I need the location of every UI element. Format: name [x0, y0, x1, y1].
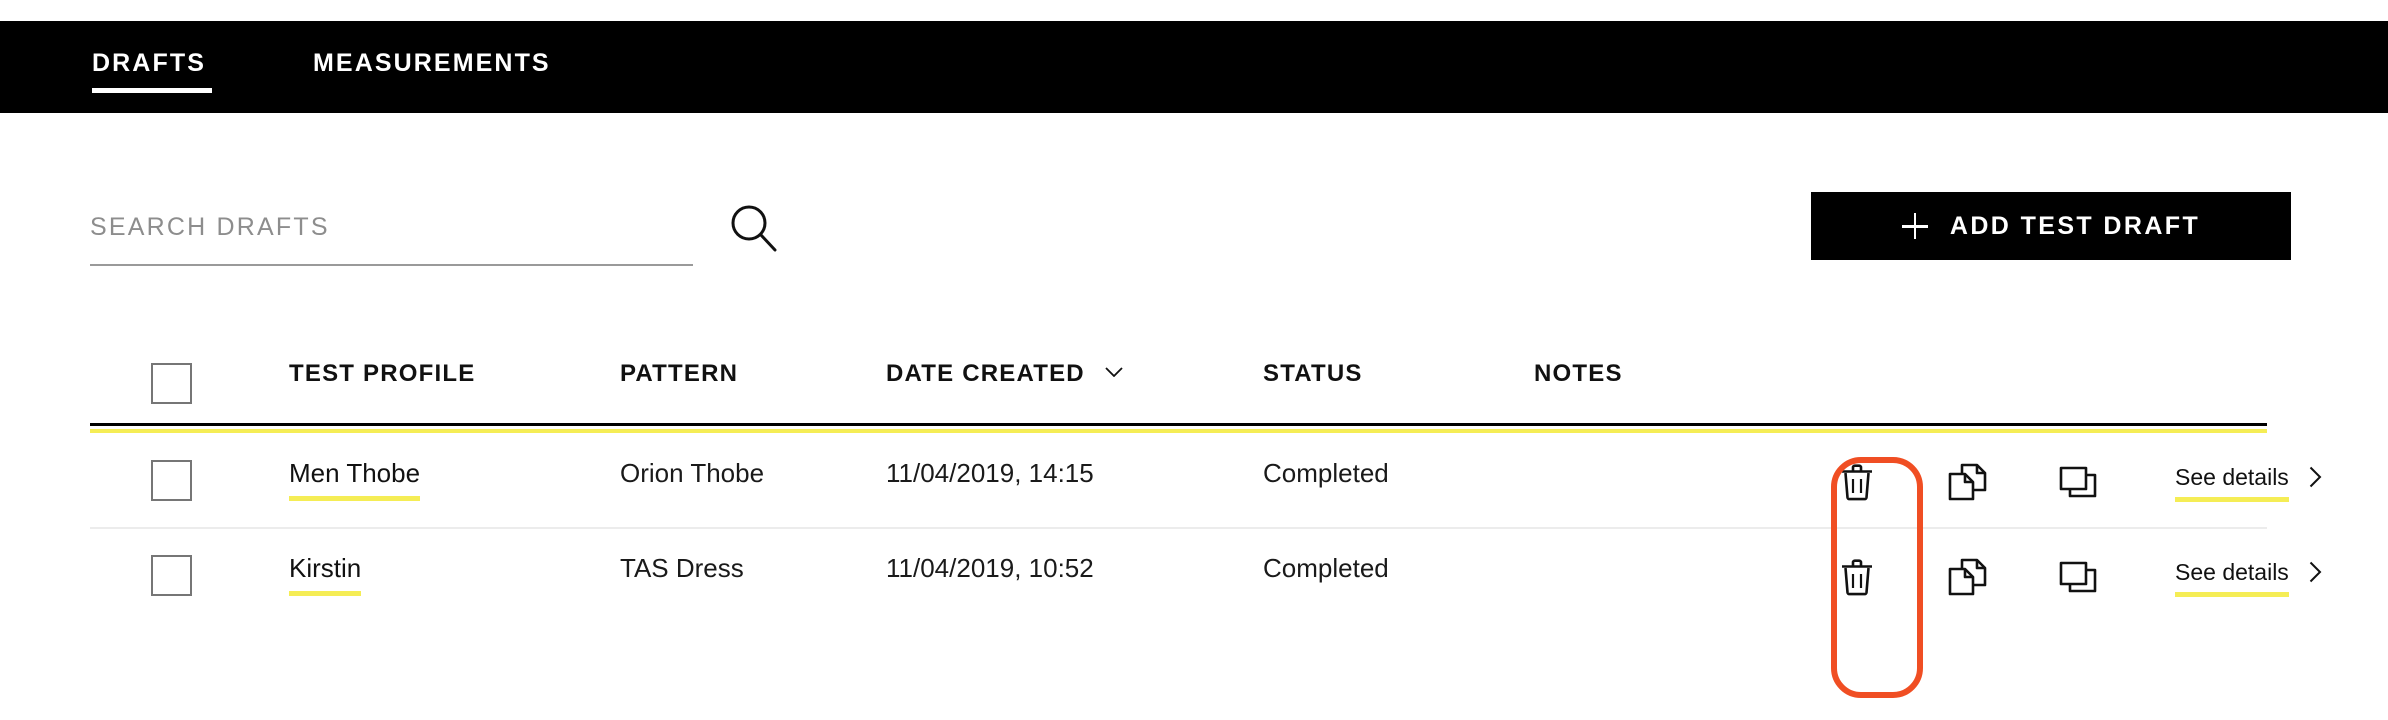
clone-windows-icon[interactable] [2056, 460, 2100, 504]
row-select-checkbox[interactable] [151, 555, 192, 596]
delete-icon[interactable] [1835, 460, 1879, 504]
test-profile-label: Kirstin [289, 553, 362, 583]
see-details-underline [2175, 592, 2289, 597]
cell-status: Completed [1263, 458, 1389, 488]
column-header-date-created[interactable]: DATE CREATED [886, 360, 1123, 388]
search-icon[interactable] [728, 202, 780, 254]
column-header-notes: NOTES [1534, 360, 1623, 387]
column-header-test-profile: TEST PROFILE [289, 360, 476, 387]
cell-test-profile: Kirstin [289, 553, 362, 597]
table-row[interactable]: Men Thobe Orion Thobe 11/04/2019, 14:15 … [90, 434, 2322, 526]
table-header-row: TEST PROFILE PATTERN DATE CREATED STATUS… [90, 340, 2267, 426]
select-all-checkbox[interactable] [151, 363, 192, 404]
see-details-text-wrap: See details [2175, 464, 2289, 502]
app-root: DRAFTS MEASUREMENTS ADD TEST DRAFT TEST … [0, 0, 2388, 720]
see-details-label: See details [2175, 559, 2289, 585]
column-header-status: STATUS [1263, 360, 1363, 387]
chevron-right-icon [2309, 561, 2322, 583]
tab-active-indicator [92, 88, 212, 93]
search-area [90, 196, 777, 268]
copy-icon[interactable] [1945, 555, 1989, 599]
see-details-underline [2175, 497, 2289, 502]
add-test-draft-button[interactable]: ADD TEST DRAFT [1811, 192, 2291, 260]
test-profile-link[interactable]: Men Thobe [289, 458, 421, 502]
cell-date-created: 11/04/2019, 14:15 [886, 458, 1094, 488]
cell-pattern: TAS Dress [620, 553, 744, 583]
delete-icon[interactable] [1835, 555, 1879, 599]
table-header-accent-line [90, 429, 2267, 433]
cell-test-profile: Men Thobe [289, 458, 421, 502]
column-header-pattern: PATTERN [620, 360, 739, 387]
test-profile-underline [289, 591, 362, 597]
test-profile-label: Men Thobe [289, 458, 421, 488]
tab-drafts[interactable]: DRAFTS [92, 51, 206, 76]
copy-icon[interactable] [1945, 460, 1989, 504]
see-details-link[interactable]: See details [2175, 559, 2322, 597]
see-details-link[interactable]: See details [2175, 464, 2322, 502]
see-details-label: See details [2175, 464, 2289, 490]
search-underline [90, 264, 693, 266]
clone-windows-icon[interactable] [2056, 555, 2100, 599]
plus-icon [1901, 213, 1928, 239]
top-navbar: DRAFTS MEASUREMENTS [0, 21, 2388, 113]
chevron-right-icon [2309, 466, 2322, 488]
search-input[interactable] [90, 196, 650, 258]
cell-status: Completed [1263, 553, 1389, 583]
add-test-draft-label: ADD TEST DRAFT [1949, 211, 2201, 240]
tab-measurements[interactable]: MEASUREMENTS [313, 51, 551, 76]
column-header-date-created-label: DATE CREATED [886, 360, 1085, 387]
top-white-strip [0, 0, 2388, 21]
cell-date-created: 11/04/2019, 10:52 [886, 553, 1094, 583]
see-details-text-wrap: See details [2175, 559, 2289, 597]
test-profile-link[interactable]: Kirstin [289, 553, 362, 597]
chevron-down-icon [1105, 367, 1123, 377]
table-row[interactable]: Kirstin TAS Dress 11/04/2019, 10:52 Comp… [90, 527, 2322, 619]
row-select-checkbox[interactable] [151, 460, 192, 501]
cell-pattern: Orion Thobe [620, 458, 765, 488]
test-profile-underline [289, 496, 421, 502]
